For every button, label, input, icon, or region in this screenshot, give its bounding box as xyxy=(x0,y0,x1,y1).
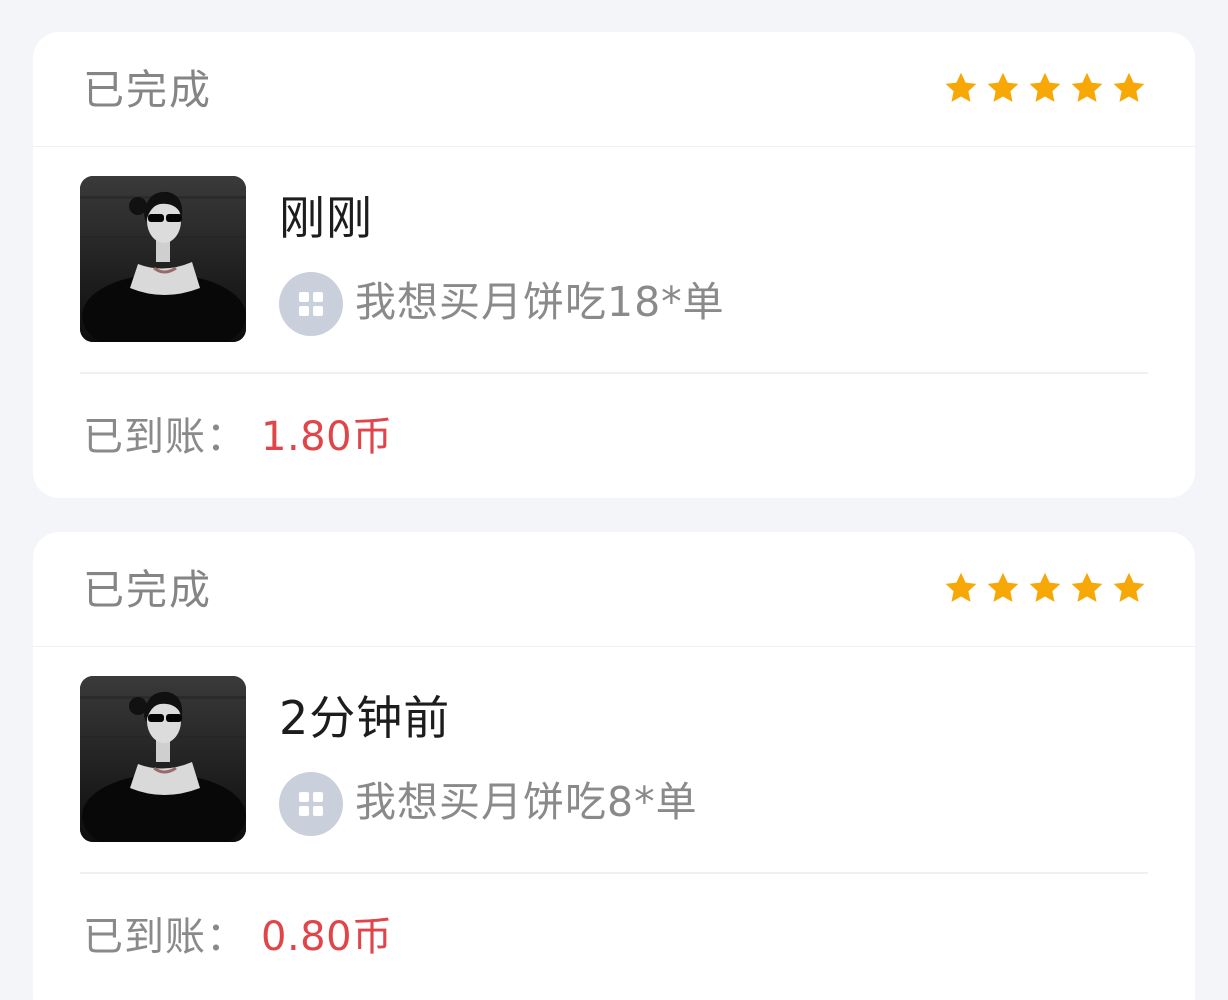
avatar-photo xyxy=(80,176,246,342)
paid-label: 已到账： xyxy=(83,914,247,960)
star-icon xyxy=(1071,72,1103,102)
grid-apps-icon xyxy=(279,272,343,336)
order-status: 已完成 xyxy=(83,566,212,614)
star-icon xyxy=(1071,572,1103,602)
order-status: 已完成 xyxy=(83,66,212,114)
paid-label: 已到账： xyxy=(83,414,247,460)
divider xyxy=(80,872,1148,874)
avatar[interactable] xyxy=(80,676,246,842)
rating-stars xyxy=(943,70,1147,106)
star-icon xyxy=(945,572,977,602)
order-list: 已完成 刚刚 我想买月饼吃18*单 已到账： 1.80币 已完成 2分钟前 我想… xyxy=(0,0,1228,1000)
avatar[interactable] xyxy=(80,176,246,342)
paid-amount: 1.80币 xyxy=(261,414,393,460)
service-name: 我想买月饼吃18*单 xyxy=(355,278,725,326)
star-icon xyxy=(1029,572,1061,602)
order-time: 刚刚 xyxy=(279,191,373,245)
order-time: 2分钟前 xyxy=(279,691,451,745)
grid-apps-icon xyxy=(279,772,343,836)
star-icon xyxy=(987,72,1019,102)
service-name: 我想买月饼吃8*单 xyxy=(355,778,698,826)
star-icon xyxy=(1113,572,1145,602)
star-icon xyxy=(945,72,977,102)
order-card-header: 已完成 xyxy=(33,532,1195,647)
order-card[interactable]: 已完成 xyxy=(33,32,1195,498)
order-card[interactable]: 已完成 xyxy=(33,532,1195,1000)
rating-stars xyxy=(943,570,1147,606)
paid-amount: 0.80币 xyxy=(261,914,393,960)
order-card-header: 已完成 xyxy=(33,32,1195,147)
star-icon xyxy=(987,572,1019,602)
avatar-photo xyxy=(80,676,246,842)
divider xyxy=(80,372,1148,374)
star-icon xyxy=(1029,72,1061,102)
star-icon xyxy=(1113,72,1145,102)
